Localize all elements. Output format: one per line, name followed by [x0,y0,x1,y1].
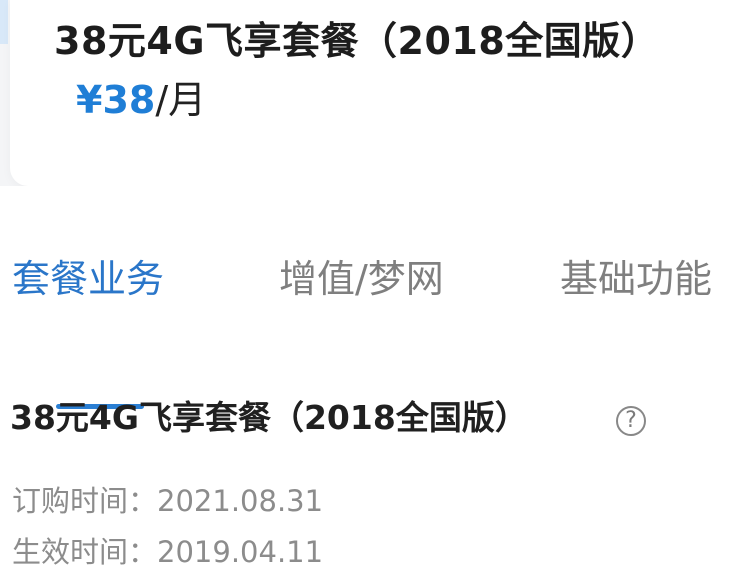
detail-row-effective-time: 生效时间：2019.04.11 [12,529,323,571]
content-area: 套餐业务 增值/梦网 基础功能 38元4G飞享套餐（2018全国版） ? 订购时… [0,186,753,573]
plan-summary-card: 38元4G飞享套餐（2018全国版） ¥38/月 [10,0,753,186]
left-edge-accent [0,0,8,44]
tab-value-added[interactable]: 增值/梦网 [279,248,444,303]
section-title: 38元4G飞享套餐（2018全国版） [10,398,528,437]
detail-value: 2019.04.11 [157,535,324,569]
plan-title: 38元4G飞享套餐（2018全国版） [54,19,660,63]
tab-basic-functions[interactable]: 基础功能 [560,248,712,303]
detail-label: 生效时间： [12,535,158,569]
detail-label: 订购时间： [12,484,158,518]
price-value: ¥38 [76,78,156,122]
detail-row-subscribe-time: 订购时间：2021.08.31 [12,478,323,520]
tab-bar: 套餐业务 增值/梦网 基础功能 [0,248,753,409]
page: { "plan": { "title": "38元4G飞享套餐（2018全国版）… [0,0,753,573]
tab-plan-business[interactable]: 套餐业务 [12,248,164,303]
detail-value: 2021.08.31 [157,484,324,518]
question-circle-icon[interactable]: ? [616,406,646,436]
price-line: ¥38/月 [76,78,207,122]
price-unit: /月 [155,78,207,122]
